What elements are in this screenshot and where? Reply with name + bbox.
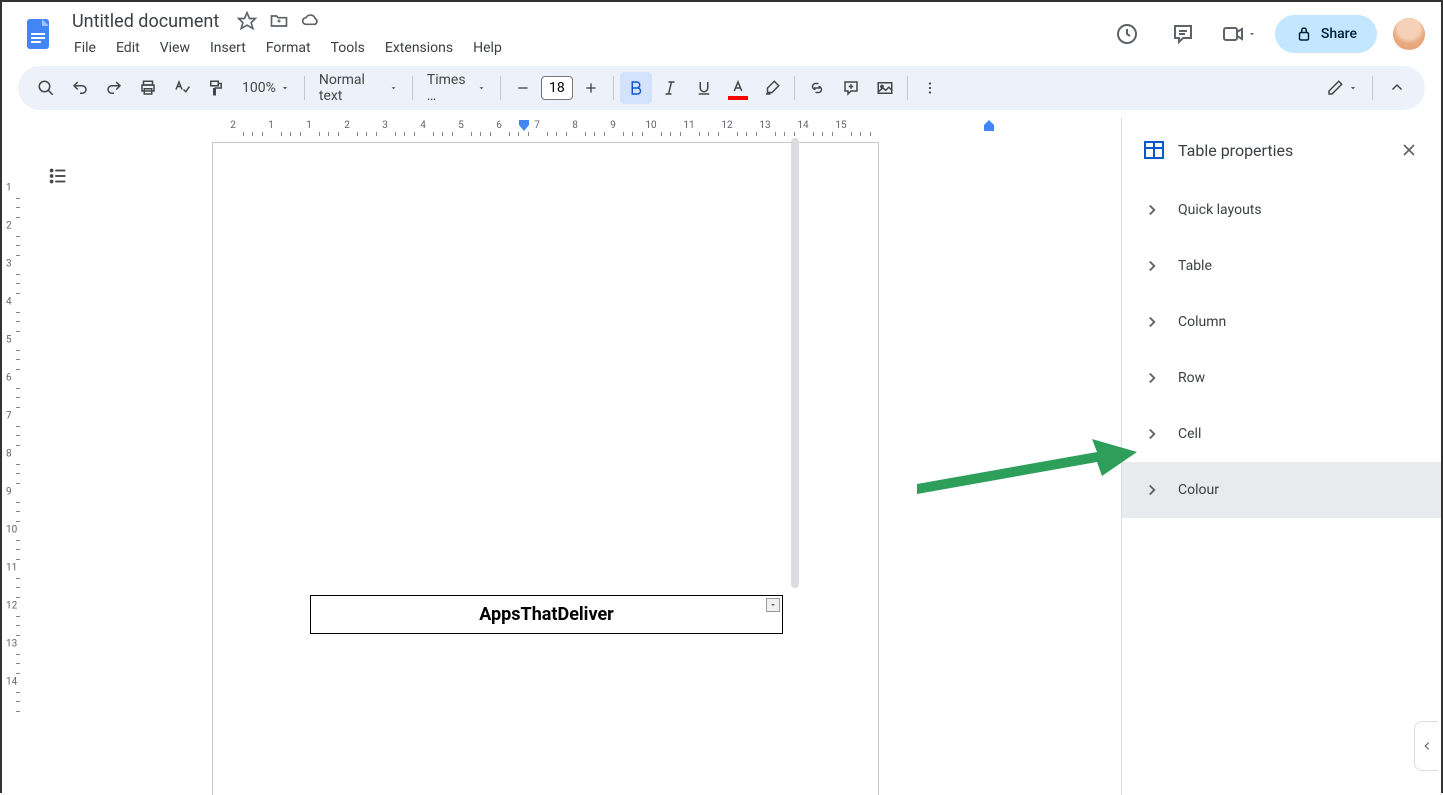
- user-avatar[interactable]: [1393, 18, 1425, 50]
- menu-insert[interactable]: Insert: [202, 36, 254, 60]
- document-title[interactable]: Untitled document: [66, 9, 225, 34]
- style-select[interactable]: Normal text: [311, 68, 406, 108]
- section-label: Quick layouts: [1178, 202, 1262, 218]
- move-icon[interactable]: [269, 11, 289, 31]
- menu-help[interactable]: Help: [465, 36, 510, 60]
- panel-header: Table properties: [1122, 118, 1441, 182]
- share-button[interactable]: Share: [1275, 15, 1377, 53]
- zoom-select[interactable]: 100%: [234, 76, 298, 100]
- section-label: Table: [1178, 258, 1212, 274]
- decrease-font-icon[interactable]: [507, 72, 539, 104]
- comments-icon[interactable]: [1163, 14, 1203, 54]
- separator: [412, 76, 413, 100]
- chevron-right-icon: [1142, 424, 1162, 444]
- close-icon[interactable]: [1393, 134, 1425, 166]
- expand-side-icon[interactable]: [1414, 721, 1438, 771]
- section-cell[interactable]: Cell: [1122, 406, 1441, 462]
- font-size-group: [507, 72, 607, 104]
- table-cell[interactable]: AppsThatDeliver: [311, 596, 782, 633]
- separator: [304, 76, 305, 100]
- separator: [907, 76, 908, 100]
- document-main: 21123456789101112131415 1234567891011121…: [2, 118, 1121, 795]
- search-icon[interactable]: [30, 72, 62, 104]
- section-label: Cell: [1178, 426, 1201, 442]
- indent-left-icon[interactable]: [519, 120, 529, 131]
- image-icon[interactable]: [869, 72, 901, 104]
- section-row[interactable]: Row: [1122, 350, 1441, 406]
- menu-edit[interactable]: Edit: [108, 36, 148, 60]
- bold-icon[interactable]: [620, 72, 652, 104]
- font-size-input[interactable]: [541, 76, 573, 100]
- menu-file[interactable]: File: [66, 36, 104, 60]
- indent-right-icon[interactable]: [984, 120, 994, 131]
- chevron-right-icon: [1142, 200, 1162, 220]
- chevron-right-icon: [1142, 480, 1162, 500]
- more-icon[interactable]: [914, 72, 946, 104]
- section-quick-layouts[interactable]: Quick layouts: [1122, 182, 1441, 238]
- chevron-right-icon: [1142, 256, 1162, 276]
- font-select[interactable]: Times …: [419, 68, 494, 108]
- add-comment-icon[interactable]: [835, 72, 867, 104]
- document-page[interactable]: AppsThatDeliver: [212, 142, 879, 795]
- chevron-right-icon: [1142, 368, 1162, 388]
- section-column[interactable]: Column: [1122, 294, 1441, 350]
- section-label: Row: [1178, 370, 1205, 386]
- header: Untitled document File Edit View Insert …: [2, 2, 1441, 58]
- meet-icon[interactable]: [1219, 14, 1259, 54]
- underline-icon[interactable]: [688, 72, 720, 104]
- chevron-right-icon: [1142, 312, 1162, 332]
- section-label: Colour: [1178, 482, 1219, 498]
- document-table[interactable]: AppsThatDeliver: [310, 595, 783, 634]
- paint-format-icon[interactable]: [200, 72, 232, 104]
- text-color-icon[interactable]: [722, 72, 754, 104]
- redo-icon[interactable]: [98, 72, 130, 104]
- panel-title: Table properties: [1178, 141, 1381, 160]
- table-icon: [1142, 138, 1166, 162]
- link-icon[interactable]: [801, 72, 833, 104]
- menu-view[interactable]: View: [152, 36, 198, 60]
- collapse-icon[interactable]: [1381, 72, 1413, 104]
- star-icon[interactable]: [237, 11, 257, 31]
- header-right: Share: [1107, 14, 1425, 54]
- separator: [613, 76, 614, 100]
- scrollbar-vertical[interactable]: [791, 138, 799, 588]
- italic-icon[interactable]: [654, 72, 686, 104]
- table-properties-panel: Table properties Quick layouts Table Col…: [1121, 118, 1441, 795]
- highlight-icon[interactable]: [756, 72, 788, 104]
- history-icon[interactable]: [1107, 14, 1147, 54]
- undo-icon[interactable]: [64, 72, 96, 104]
- increase-font-icon[interactable]: [575, 72, 607, 104]
- menu-format[interactable]: Format: [258, 36, 319, 60]
- separator: [794, 76, 795, 100]
- menu-bar: File Edit View Insert Format Tools Exten…: [66, 36, 1107, 60]
- section-colour[interactable]: Colour: [1122, 462, 1441, 518]
- table-cell-text: AppsThatDeliver: [479, 604, 614, 625]
- menu-extensions[interactable]: Extensions: [377, 36, 461, 60]
- cloud-icon[interactable]: [301, 11, 321, 31]
- section-label: Column: [1178, 314, 1226, 330]
- document-container: 21123456789101112131415 1234567891011121…: [2, 118, 1441, 795]
- outline-icon[interactable]: [40, 158, 76, 194]
- docs-logo[interactable]: [18, 14, 58, 54]
- menu-tools[interactable]: Tools: [323, 36, 373, 60]
- ruler-vertical[interactable]: 1234567891011121314: [2, 138, 22, 795]
- print-icon[interactable]: [132, 72, 164, 104]
- editing-mode-icon[interactable]: [1320, 72, 1364, 104]
- title-area: Untitled document File Edit View Insert …: [66, 9, 1107, 60]
- section-table[interactable]: Table: [1122, 238, 1441, 294]
- spellcheck-icon[interactable]: [166, 72, 198, 104]
- separator: [1372, 76, 1373, 100]
- table-dropdown-icon[interactable]: [766, 598, 780, 612]
- ruler-horizontal[interactable]: 21123456789101112131415: [2, 118, 1121, 138]
- toolbar: 100% Normal text Times …: [18, 66, 1425, 110]
- separator: [500, 76, 501, 100]
- share-label: Share: [1321, 26, 1357, 42]
